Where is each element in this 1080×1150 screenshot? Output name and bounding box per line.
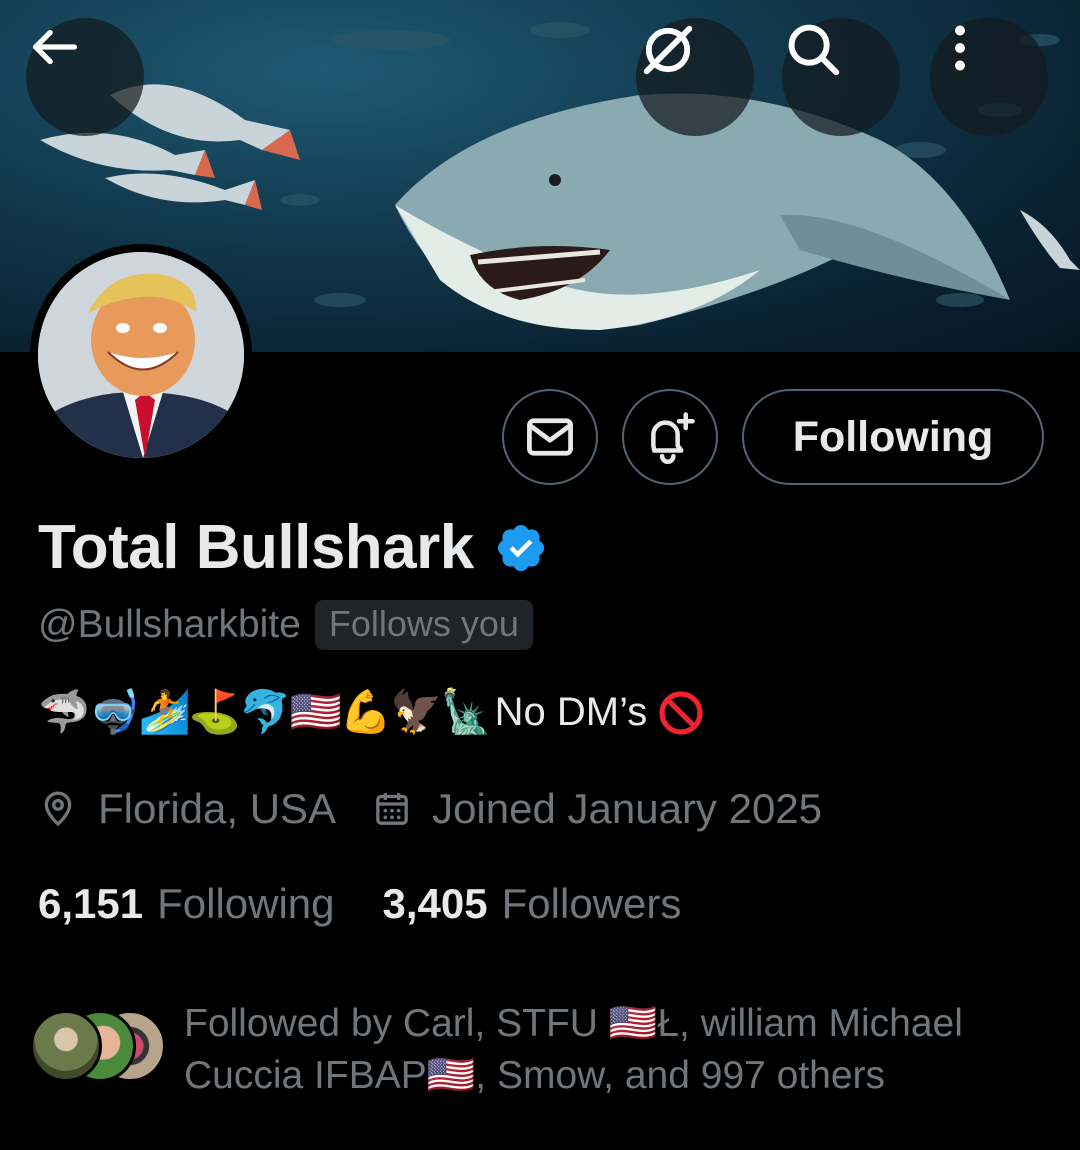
notify-button[interactable]	[622, 389, 718, 485]
bio-text: No DM’s	[494, 690, 648, 734]
following-label: Following	[157, 880, 335, 927]
back-button[interactable]	[26, 18, 144, 136]
profile-meta: Florida, USA Joined January 2025	[38, 785, 822, 833]
username-handle: @Bullsharkbite	[38, 603, 301, 646]
follows-you-badge: Follows you	[314, 600, 533, 650]
search-icon	[788, 24, 840, 76]
calendar-icon	[376, 793, 408, 825]
followed-by-line: Cuccia IFBAP🇺🇸, Smow, and 997 others	[184, 1054, 886, 1097]
profile-bio: 🦈🤿🏄⛳🐬🇺🇸💪🦅🗽 No DM’s	[38, 688, 705, 737]
followers-count: 3,405	[382, 880, 488, 927]
location-item: Florida, USA	[38, 785, 336, 833]
name-row: Total Bullshark	[38, 512, 548, 583]
follow-stats: 6,151 Following 3,405 Followers	[38, 880, 681, 928]
handle-row: @Bullsharkbite Follows you	[38, 600, 533, 650]
search-button[interactable]	[782, 18, 900, 136]
followers-label: Followers	[501, 880, 682, 927]
followed-by-avatars	[30, 1010, 170, 1088]
envelope-icon	[527, 418, 573, 456]
message-button[interactable]	[502, 389, 598, 485]
profile-avatar[interactable]	[30, 244, 252, 466]
avatar	[30, 1010, 102, 1082]
avatar-image	[38, 252, 244, 458]
grok-icon	[643, 25, 693, 75]
followers-stat[interactable]: 3,405 Followers	[383, 880, 682, 928]
joined-item: Joined January 2025	[372, 785, 822, 833]
location-text: Florida, USA	[98, 785, 337, 832]
followed-by-line: Followed by Carl, STFU 🇺🇸Ł, william Mich…	[184, 1002, 963, 1045]
more-button[interactable]	[930, 18, 1048, 136]
display-name: Total Bullshark	[38, 513, 474, 582]
verified-badge-icon[interactable]	[494, 521, 548, 575]
more-vertical-icon	[955, 25, 965, 71]
prohibited-icon	[657, 689, 705, 737]
grok-button[interactable]	[636, 18, 754, 136]
following-stat[interactable]: 6,151 Following	[38, 880, 335, 928]
following-button[interactable]: Following	[742, 389, 1044, 485]
joined-text: Joined January 2025	[432, 785, 823, 832]
location-pin-icon	[44, 791, 72, 827]
bio-emoji: 🦈🤿🏄⛳🐬🇺🇸💪🦅🗽	[38, 688, 493, 735]
following-count: 6,151	[38, 880, 144, 927]
followed-by[interactable]: Followed by Carl, STFU 🇺🇸Ł, william Mich…	[30, 998, 984, 1102]
bell-plus-icon	[651, 412, 695, 464]
arrow-left-icon	[33, 29, 77, 65]
followed-by-text: Followed by Carl, STFU 🇺🇸Ł, william Mich…	[184, 998, 984, 1102]
